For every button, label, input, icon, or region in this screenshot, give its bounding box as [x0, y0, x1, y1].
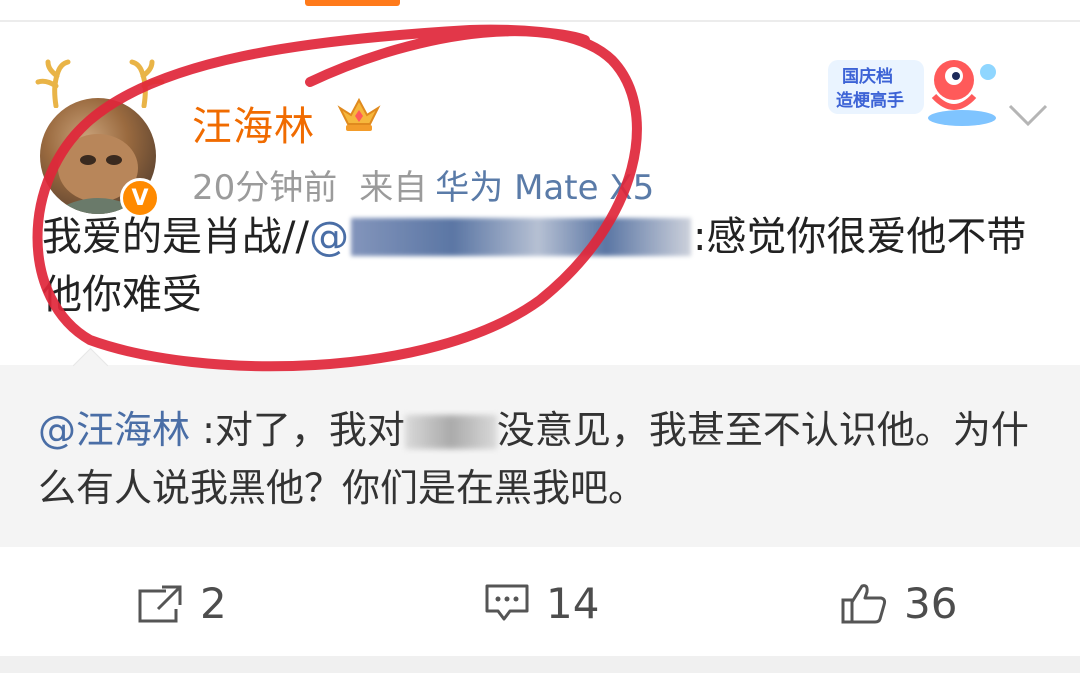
action-bar: 2 14 36	[0, 548, 1080, 658]
username[interactable]: 汪海林	[192, 94, 315, 152]
share-icon	[138, 585, 182, 623]
antler-left-icon	[35, 59, 71, 108]
chevron-down-icon[interactable]	[1006, 100, 1050, 130]
quoted-mention-link[interactable]: @汪海林	[38, 408, 190, 452]
antler-right-icon	[129, 59, 165, 108]
post-content: 我爱的是肖战//@:感觉你很爱他不带他你难受	[42, 208, 1052, 324]
share-button[interactable]: 2	[136, 578, 227, 628]
comment-count: 14	[546, 578, 600, 628]
mention-at: @	[308, 214, 349, 260]
source-label: 来自	[359, 168, 428, 208]
mention-redacted	[350, 218, 691, 256]
quoted-redacted	[404, 415, 497, 449]
member-crown-icon[interactable]	[336, 94, 382, 136]
comment-icon	[485, 584, 529, 621]
like-count: 36	[904, 578, 958, 628]
like-button[interactable]: 36	[840, 578, 957, 628]
post-text-before: 我爱的是肖战//	[42, 214, 309, 260]
top-accent-bar	[305, 0, 400, 6]
quoted-post[interactable]: @汪海林 :对了，我对 没意见，我甚至不认识他。为什么有人说我黑他？你们是在黑我吧…	[0, 347, 1080, 547]
device-link[interactable]: 华为 Mate X5	[435, 168, 654, 208]
post-meta: 20分钟前 来自 华为 Mate X5	[192, 160, 654, 209]
top-divider	[0, 0, 1080, 22]
national-day-badge-icon[interactable]: 国庆档 造梗高手	[822, 52, 1002, 132]
post-time: 20分钟前	[192, 168, 338, 208]
bottom-divider	[0, 656, 1080, 673]
mention-link[interactable]: @	[309, 214, 693, 260]
avatar-with-frame[interactable]: V	[30, 58, 170, 218]
quoted-text-part1: :对了，我对	[190, 408, 405, 452]
thumbs-up-icon	[841, 584, 887, 624]
quoted-text: @汪海林 :对了，我对 没意见，我甚至不认识他。为什么有人说我黑他？你们是在黑我吧…	[38, 401, 1048, 517]
comment-button[interactable]: 14	[484, 578, 599, 628]
share-count: 2	[200, 578, 227, 628]
badge-line1: 国庆档	[842, 66, 893, 87]
badge-line2: 造梗高手	[836, 90, 904, 111]
